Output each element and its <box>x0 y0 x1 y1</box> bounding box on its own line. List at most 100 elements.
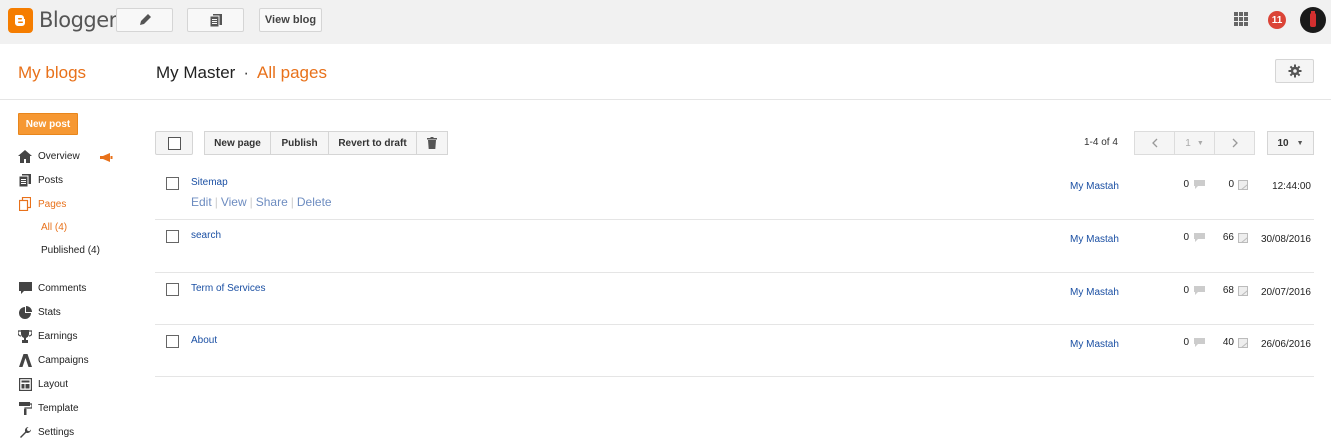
chevron-left-icon <box>1151 138 1157 148</box>
author-link[interactable]: My Mastah <box>1070 287 1119 298</box>
author-link[interactable]: My Mastah <box>1070 339 1119 350</box>
row-actions: Edit | View | Share | Delete <box>191 195 332 209</box>
sidebar-item-pages[interactable]: Pages <box>18 196 66 212</box>
stats-icon <box>1238 285 1248 296</box>
view-count: 66 <box>1205 232 1248 243</box>
top-bar: Blogger View blog 11 <box>0 0 1331 44</box>
comment-bubble-icon <box>1194 233 1205 242</box>
notifications-badge[interactable]: 11 <box>1268 11 1286 29</box>
table-row[interactable]: Sitemap Edit | View | Share | Delete My Mastah… <box>155 167 1314 220</box>
gear-icon <box>1288 64 1301 78</box>
pages-icon <box>18 197 32 211</box>
view-link[interactable]: View <box>221 195 247 209</box>
stats-icon <box>1238 232 1248 243</box>
previous-page-button[interactable] <box>1134 131 1175 155</box>
page-number: 1 <box>1185 137 1191 149</box>
sidebar-subitem-all[interactable]: All (4) <box>41 222 67 236</box>
sidebar-item-label: Layout <box>38 378 69 390</box>
page-title-link[interactable]: About <box>191 335 217 346</box>
row-checkbox[interactable] <box>166 335 179 348</box>
sidebar-item-stats[interactable]: Stats <box>18 304 61 320</box>
sidebar-item-earnings[interactable]: Earnings <box>18 328 77 344</box>
sidebar-item-overview[interactable]: Overview <box>18 148 80 164</box>
comment-bubble-icon <box>1194 180 1205 189</box>
new-post-button[interactable]: New post <box>18 113 78 135</box>
comment-count: 0 <box>1171 285 1205 296</box>
blogger-logo[interactable]: Blogger <box>8 7 117 33</box>
pie-chart-icon <box>18 305 32 319</box>
sidebar-item-campaigns[interactable]: Campaigns <box>18 352 89 368</box>
page-title-link[interactable]: Sitemap <box>191 177 228 188</box>
sidebar-item-settings[interactable]: Settings <box>18 424 74 440</box>
chevron-down-icon: ▼ <box>1296 139 1304 147</box>
sidebar-item-label: Overview <box>38 150 80 162</box>
share-link[interactable]: Share <box>256 195 288 209</box>
row-checkbox[interactable] <box>166 230 179 243</box>
breadcrumb: My Master · All pages <box>156 63 327 83</box>
row-checkbox[interactable] <box>166 283 179 296</box>
settings-button[interactable] <box>1275 59 1314 83</box>
pagination: 1 ▼ <box>1134 131 1255 155</box>
author-link[interactable]: My Mastah <box>1070 181 1119 192</box>
stats-icon <box>1238 179 1248 190</box>
avatar[interactable] <box>1300 7 1326 33</box>
table-row[interactable]: Term of Services My Mastah 0 68 20/07/20… <box>155 273 1314 325</box>
blog-name[interactable]: My Master <box>156 63 235 82</box>
sidebar-item-label: Posts <box>38 174 64 186</box>
page-title-link[interactable]: Term of Services <box>191 283 265 294</box>
avatar-figure-icon <box>1310 11 1316 27</box>
sidebar-item-template[interactable]: Template <box>18 400 79 416</box>
page-select[interactable]: 1 ▼ <box>1174 131 1215 155</box>
pencil-icon <box>139 14 151 25</box>
trophy-icon <box>18 329 32 343</box>
publish-button[interactable]: Publish <box>270 131 329 155</box>
table-row[interactable]: About My Mastah 0 40 26/06/2016 <box>155 325 1314 377</box>
sidebar-item-label: Earnings <box>38 330 78 342</box>
stats-icon <box>1238 337 1248 348</box>
posts-icon <box>209 14 222 27</box>
author-link[interactable]: My Mastah <box>1070 234 1119 245</box>
new-page-button[interactable]: New page <box>204 131 271 155</box>
posts-list-button[interactable] <box>187 8 244 32</box>
sidebar-item-posts[interactable]: Posts <box>18 172 63 188</box>
view-blog-button[interactable]: View blog <box>259 8 322 32</box>
sidebar-item-label: Stats <box>38 306 61 318</box>
sidebar-item-label: Pages <box>38 198 67 210</box>
sidebar-item-label: Comments <box>38 282 87 294</box>
comment-count: 0 <box>1171 179 1205 190</box>
sidebar-item-layout[interactable]: Layout <box>18 376 68 392</box>
page-title-link[interactable]: search <box>191 230 221 241</box>
campaigns-icon <box>18 353 32 367</box>
table-row[interactable]: search My Mastah 0 66 30/08/2016 <box>155 220 1314 273</box>
sidebar-item-label: Settings <box>38 426 75 438</box>
comment-count: 0 <box>1171 337 1205 348</box>
comment-icon <box>18 281 32 295</box>
delete-button[interactable] <box>416 131 448 155</box>
per-page-select[interactable]: 10 ▼ <box>1267 131 1314 155</box>
comment-bubble-icon <box>1194 338 1205 347</box>
sidebar-item-label: Campaigns <box>38 354 89 366</box>
row-checkbox[interactable] <box>166 177 179 190</box>
blogger-logo-icon <box>8 7 33 33</box>
view-count: 0 <box>1205 179 1248 190</box>
chevron-right-icon <box>1232 138 1238 148</box>
sidebar-subitem-published[interactable]: Published (4) <box>41 245 100 259</box>
edit-link[interactable]: Edit <box>191 195 212 209</box>
bulk-actions-group: New page Publish Revert to draft <box>204 131 448 155</box>
my-blogs-link[interactable]: My blogs <box>18 63 86 83</box>
next-page-button[interactable] <box>1214 131 1255 155</box>
revert-to-draft-button[interactable]: Revert to draft <box>328 131 417 155</box>
select-all-checkbox[interactable] <box>155 131 193 155</box>
sidebar-item-comments[interactable]: Comments <box>18 280 86 296</box>
row-date: 20/07/2016 <box>1260 287 1311 298</box>
apps-grid-icon[interactable] <box>1234 12 1248 26</box>
layout-icon <box>18 377 32 391</box>
breadcrumb-current: All pages <box>257 63 327 82</box>
posts-icon <box>18 173 32 187</box>
view-count: 40 <box>1205 337 1248 348</box>
row-date: 26/06/2016 <box>1260 339 1311 350</box>
row-date: 12:44:00 <box>1272 181 1311 192</box>
new-post-pencil-button[interactable] <box>116 8 173 32</box>
delete-link[interactable]: Delete <box>297 195 332 209</box>
per-page-value: 10 <box>1277 137 1289 149</box>
